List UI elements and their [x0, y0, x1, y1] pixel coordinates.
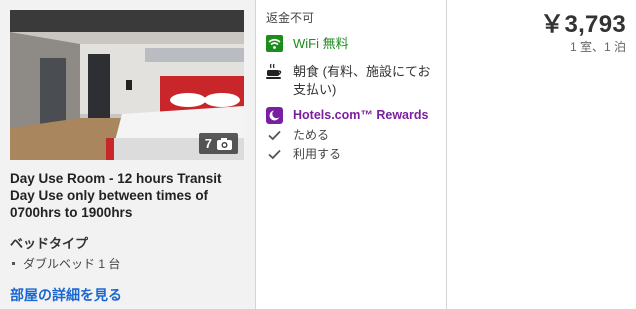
room-price: ￥3,793 [540, 11, 626, 38]
wifi-label: WiFi 無料 [293, 36, 349, 51]
bed-type-label: ダブルベッド 1 台 [23, 257, 121, 271]
bed-type-item: ダブルベッド 1 台 [12, 255, 120, 272]
rewards-feature: Hotels.com™ Rewards [266, 107, 428, 124]
rewards-use-label: 利用する [293, 147, 342, 161]
bullet-icon [12, 262, 15, 265]
room-photo[interactable]: 7 [10, 10, 244, 160]
breakfast-feature: 朝食 (有料、施設にてお支払い) [266, 63, 443, 99]
bed-type-heading: ベッドタイプ [10, 236, 89, 251]
checkmark-icon [266, 146, 283, 163]
price-unit: 1 室、1 泊 [569, 40, 626, 54]
room-info-panel: 7 Day Use Room - 12 hours Transit Day Us… [0, 0, 256, 309]
room-offer-card: 7 Day Use Room - 12 hours Transit Day Us… [0, 0, 636, 309]
moon-rewards-icon [266, 107, 283, 124]
room-details-link[interactable]: 部屋の詳細を見る [10, 285, 122, 305]
price-panel: ￥3,793 1 室、1 泊 [447, 0, 636, 309]
wifi-feature: WiFi 無料 [266, 35, 349, 52]
breakfast-label: 朝食 (有料、施設にてお支払い) [293, 64, 431, 97]
coffee-cup-icon [266, 63, 283, 80]
rewards-earn-row: ためる [266, 127, 329, 144]
checkmark-icon [266, 127, 283, 144]
rewards-earn-label: ためる [293, 128, 330, 142]
refund-policy: 返金不可 [266, 11, 315, 25]
photo-count: 7 [204, 136, 212, 151]
rewards-use-row: 利用する [266, 146, 341, 163]
rewards-title: Hotels.com™ Rewards [293, 108, 429, 122]
wifi-icon [266, 35, 283, 52]
room-title: Day Use Room - 12 hours Transit Day Use … [10, 171, 222, 220]
camera-icon [217, 137, 232, 150]
room-features-panel: 返金不可 WiFi 無料 朝食 (有料、施設にてお支払い) Hotels.com… [256, 0, 447, 309]
photo-gallery-button[interactable]: 7 [198, 133, 238, 154]
